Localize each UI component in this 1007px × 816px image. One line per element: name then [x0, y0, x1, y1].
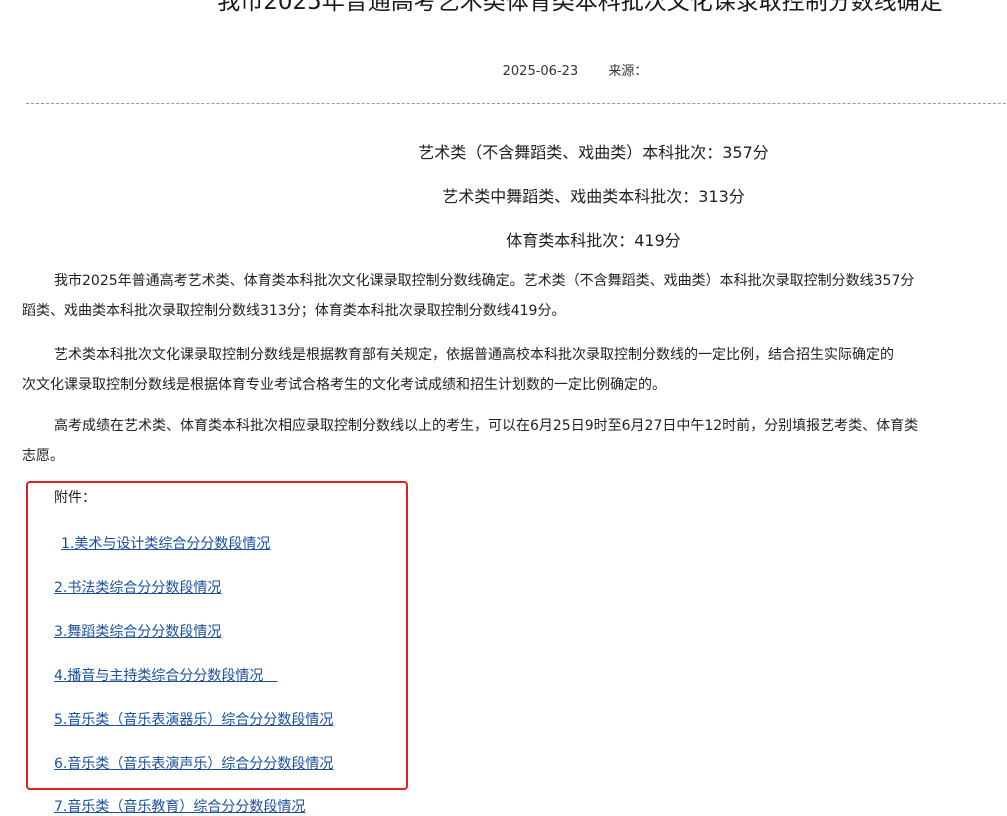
paragraph-line: 我市2025年普通高考艺术类、体育类本科批次文化课录取控制分数线确定。艺术类（不…: [54, 273, 915, 289]
body-paragraph-2: 艺术类本科批次文化课录取控制分数线是根据教育部有关规定，依据普通高校本科批次录取…: [22, 340, 1007, 400]
body-paragraph-1: 我市2025年普通高考艺术类、体育类本科批次文化课录取控制分数线确定。艺术类（不…: [22, 266, 1007, 326]
paragraph-line: 高考成绩在艺术类、体育类本科批次相应录取控制分数线以上的考生，可以在6月25日9…: [54, 418, 919, 434]
attachment-link-dance[interactable]: 3.舞蹈类综合分分数段情况: [54, 621, 221, 641]
body-paragraph-3: 高考成绩在艺术类、体育类本科批次相应录取控制分数线以上的考生，可以在6月25日9…: [22, 411, 1007, 471]
attachment-link-music-education[interactable]: 7.音乐类（音乐教育）综合分分数段情况: [54, 796, 305, 816]
summary-art-score: 艺术类（不含舞蹈类、戏曲类）本科批次：357分: [418, 143, 769, 162]
attachments-label: 附件：: [54, 490, 96, 506]
attachment-link-art-design[interactable]: 1.美术与设计类综合分分数段情况: [61, 533, 270, 553]
attachment-link-music-vocal[interactable]: 6.音乐类（音乐表演声乐）综合分分数段情况: [54, 753, 333, 773]
summary-dance-opera-score: 艺术类中舞蹈类、戏曲类本科批次：313分: [442, 187, 745, 206]
paragraph-line: 次文化课录取控制分数线是根据体育专业考试合格考生的文化考试成绩和招生计划数的一定…: [22, 377, 666, 393]
summary-sports-score: 体育类本科批次：419分: [506, 231, 681, 250]
article-meta: 2025-06-23 来源：: [0, 60, 1007, 79]
paragraph-line: 艺术类本科批次文化课录取控制分数线是根据教育部有关规定，依据普通高校本科批次录取…: [54, 347, 894, 363]
article-title: 我市2025年普通高考艺术类体育类本科批次文化课录取控制分数线确定: [217, 0, 943, 15]
paragraph-line: 志愿。: [22, 448, 64, 464]
attachment-link-broadcasting[interactable]: 4.播音与主持类综合分分数段情况: [54, 665, 277, 685]
source-label: 来源：: [608, 64, 648, 79]
attachment-link-music-instrument[interactable]: 5.音乐类（音乐表演器乐）综合分分数段情况: [54, 709, 333, 729]
title-divider: [26, 103, 1007, 104]
attachment-link-calligraphy[interactable]: 2.书法类综合分分数段情况: [54, 577, 221, 597]
publish-date: 2025-06-23: [502, 64, 579, 79]
paragraph-line: 蹈类、戏曲类本科批次录取控制分数线313分；体育类本科批次录取控制分数线419分…: [22, 303, 566, 319]
